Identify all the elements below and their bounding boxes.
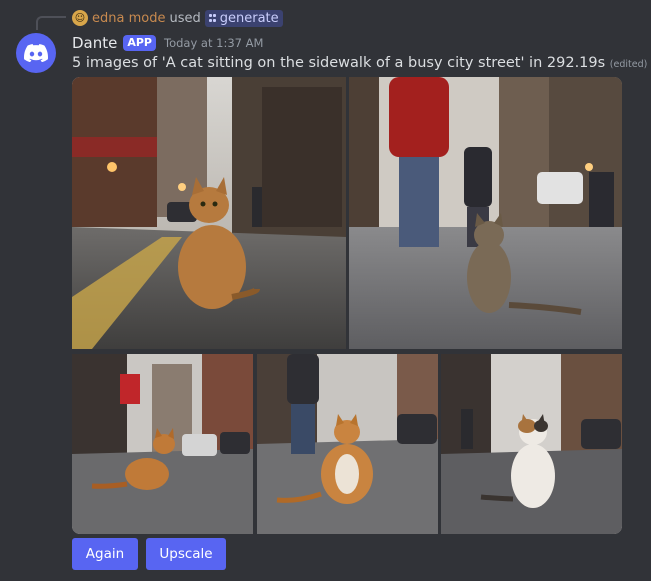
reply-used-text: used [169,10,201,26]
author-name[interactable]: Dante [72,34,117,52]
discord-logo-icon [24,44,48,62]
reply-connector [36,16,66,30]
message-header: Dante APP Today at 1:37 AM [72,33,263,53]
message-timestamp[interactable]: Today at 1:37 AM [164,36,263,50]
image-5[interactable] [441,354,622,534]
command-name: generate [219,10,279,26]
reply-username[interactable]: edna mode [92,11,165,26]
reply-header: ☺ edna mode used generate [72,9,283,27]
again-button[interactable]: Again [72,538,138,570]
edited-label: (edited) [609,59,648,70]
upscale-button[interactable]: Upscale [146,538,226,570]
reply-user-avatar[interactable]: ☺ [72,10,88,26]
app-badge: APP [123,35,156,51]
message-content: 5 images of 'A cat sitting on the sidewa… [72,55,647,71]
image-4[interactable] [257,354,438,534]
image-1[interactable] [72,77,346,349]
command-pill[interactable]: generate [204,9,283,27]
image-3[interactable] [72,354,253,534]
author-avatar[interactable] [16,33,56,73]
slash-command-icon [208,13,217,23]
image-2[interactable] [349,77,622,349]
image-gallery [72,77,622,534]
message-text: 5 images of 'A cat sitting on the sidewa… [72,55,606,71]
